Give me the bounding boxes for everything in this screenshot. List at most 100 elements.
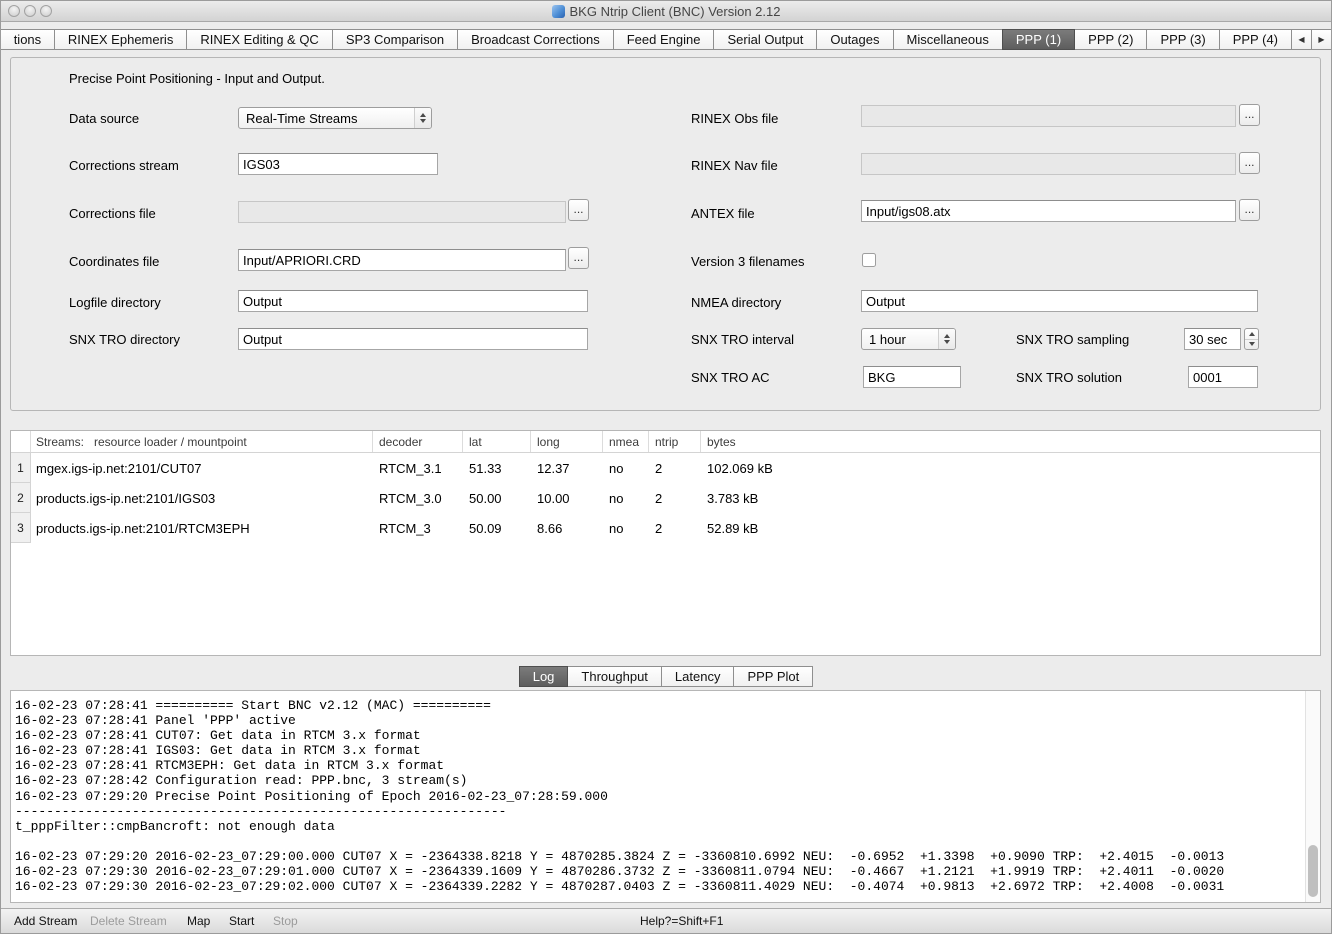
snx-tro-interval-select[interactable]: 1 hour (861, 328, 956, 350)
spinner-up-icon[interactable] (1245, 329, 1258, 340)
rinex-obs-file-browse-button[interactable]: ... (1239, 104, 1260, 126)
window-title: BKG Ntrip Client (BNC) Version 2.12 (0, 0, 1332, 22)
coordinates-file-browse-button[interactable]: ... (568, 247, 589, 269)
tab-sp3-comparison[interactable]: SP3 Comparison (332, 29, 458, 50)
corrections-file-input[interactable] (238, 201, 566, 223)
rinex-obs-file-input[interactable] (861, 105, 1236, 127)
snx-tro-interval-label: SNX TRO interval (691, 332, 794, 348)
window-title-text: BKG Ntrip Client (BNC) Version 2.12 (570, 4, 781, 19)
row-number: 3 (11, 513, 31, 543)
snx-tro-interval-value: 1 hour (869, 332, 906, 347)
cell-bytes: 102.069 kB (701, 453, 1320, 483)
version3-filenames-checkbox[interactable] (862, 253, 876, 267)
tab-rinex-editing-qc[interactable]: RINEX Editing & QC (186, 29, 333, 50)
cell-nmea: no (603, 483, 649, 513)
snx-tro-sampling-spinner[interactable] (1244, 328, 1259, 350)
tab-ppp-plot[interactable]: PPP Plot (733, 666, 813, 687)
tab-throughput[interactable]: Throughput (567, 666, 662, 687)
tab-tions[interactable]: tions (0, 29, 55, 50)
cell-bytes: 3.783 kB (701, 483, 1320, 513)
tab-ppp-3[interactable]: PPP (3) (1146, 29, 1219, 50)
tab-miscellaneous[interactable]: Miscellaneous (893, 29, 1003, 50)
header-ntrip[interactable]: ntrip (649, 431, 701, 452)
cell-ntrip: 2 (649, 483, 701, 513)
cell-nmea: no (603, 453, 649, 483)
rinex-nav-file-label: RINEX Nav file (691, 158, 778, 174)
tab-feed-engine[interactable]: Feed Engine (613, 29, 715, 50)
tab-serial-output[interactable]: Serial Output (713, 29, 817, 50)
tab-scroll-right-button[interactable]: ▶ (1311, 29, 1332, 50)
streams-table-header: Streams: resource loader / mountpoint de… (11, 431, 1320, 453)
header-row-number (11, 431, 31, 452)
header-bytes[interactable]: bytes (701, 431, 1320, 452)
zoom-button[interactable] (40, 5, 52, 17)
corrections-stream-input[interactable] (238, 153, 438, 175)
header-nmea[interactable]: nmea (603, 431, 649, 452)
snx-tro-sampling-input[interactable] (1184, 328, 1241, 350)
data-source-value: Real-Time Streams (246, 111, 357, 126)
stop-button: Stop (273, 909, 298, 933)
snx-tro-solution-input[interactable] (1188, 366, 1258, 388)
log-output: 16-02-23 07:28:41 ========== Start BNC v… (11, 691, 1320, 894)
header-mountpoint[interactable]: Streams: resource loader / mountpoint (31, 431, 373, 452)
tab-ppp-2[interactable]: PPP (2) (1074, 29, 1147, 50)
rinex-nav-file-browse-button[interactable]: ... (1239, 152, 1260, 174)
data-source-label: Data source (69, 111, 139, 127)
ppp-input-output-panel: Precise Point Positioning - Input and Ou… (10, 57, 1321, 411)
map-button[interactable]: Map (187, 909, 210, 933)
cell-nmea: no (603, 513, 649, 543)
log-tab-bar: Log Throughput Latency PPP Plot (0, 666, 1332, 687)
table-row[interactable]: 1 mgex.igs-ip.net:2101/CUT07 RTCM_3.1 51… (11, 453, 1320, 483)
close-button[interactable] (8, 5, 20, 17)
log-scrollbar[interactable] (1305, 691, 1320, 902)
snx-tro-ac-label: SNX TRO AC (691, 370, 770, 386)
snx-tro-sampling-label: SNX TRO sampling (1016, 332, 1129, 348)
snx-tro-ac-input[interactable] (863, 366, 961, 388)
dropdown-arrows-icon (414, 108, 431, 128)
table-row[interactable]: 3 products.igs-ip.net:2101/RTCM3EPH RTCM… (11, 513, 1320, 543)
header-decoder[interactable]: decoder (373, 431, 463, 452)
cell-ntrip: 2 (649, 453, 701, 483)
tab-ppp-1[interactable]: PPP (1) (1002, 29, 1075, 50)
tab-rinex-ephemeris[interactable]: RINEX Ephemeris (54, 29, 187, 50)
cell-mountpoint: mgex.igs-ip.net:2101/CUT07 (31, 453, 373, 483)
spinner-down-icon[interactable] (1245, 340, 1258, 350)
panel-description: Precise Point Positioning - Input and Ou… (69, 71, 325, 87)
tab-ppp-4[interactable]: PPP (4) (1219, 29, 1292, 50)
streams-table: Streams: resource loader / mountpoint de… (10, 430, 1321, 656)
tab-scroll-left-button[interactable]: ◀ (1291, 29, 1312, 50)
tab-latency[interactable]: Latency (661, 666, 735, 687)
logfile-directory-label: Logfile directory (69, 295, 161, 311)
tab-broadcast-corrections[interactable]: Broadcast Corrections (457, 29, 614, 50)
cell-decoder: RTCM_3.0 (373, 483, 463, 513)
log-scrollbar-thumb[interactable] (1308, 845, 1318, 897)
corrections-file-browse-button[interactable]: ... (568, 199, 589, 221)
snx-tro-solution-label: SNX TRO solution (1016, 370, 1122, 386)
log-panel: 16-02-23 07:28:41 ========== Start BNC v… (10, 690, 1321, 903)
cell-lat: 50.09 (463, 513, 531, 543)
header-long[interactable]: long (531, 431, 603, 452)
coordinates-file-input[interactable] (238, 249, 566, 271)
header-lat[interactable]: lat (463, 431, 531, 452)
nmea-directory-input[interactable] (861, 290, 1258, 312)
tab-log[interactable]: Log (519, 666, 569, 687)
minimize-button[interactable] (24, 5, 36, 17)
bottom-toolbar: Add Stream Delete Stream Map Start Stop … (0, 908, 1332, 934)
antex-file-input[interactable] (861, 200, 1236, 222)
delete-stream-button: Delete Stream (90, 909, 167, 933)
tab-outages[interactable]: Outages (816, 29, 893, 50)
snx-tro-directory-input[interactable] (238, 328, 588, 350)
coordinates-file-label: Coordinates file (69, 254, 159, 270)
rinex-nav-file-input[interactable] (861, 153, 1236, 175)
data-source-select[interactable]: Real-Time Streams (238, 107, 432, 129)
logfile-directory-input[interactable] (238, 290, 588, 312)
main-tab-bar: tions RINEX Ephemeris RINEX Editing & QC… (0, 29, 1332, 50)
row-number: 1 (11, 453, 31, 483)
antex-file-browse-button[interactable]: ... (1239, 199, 1260, 221)
add-stream-button[interactable]: Add Stream (14, 909, 77, 933)
start-button[interactable]: Start (229, 909, 254, 933)
corrections-file-label: Corrections file (69, 206, 156, 222)
table-row[interactable]: 2 products.igs-ip.net:2101/IGS03 RTCM_3.… (11, 483, 1320, 513)
app-icon (552, 5, 565, 18)
antex-file-label: ANTEX file (691, 206, 755, 222)
